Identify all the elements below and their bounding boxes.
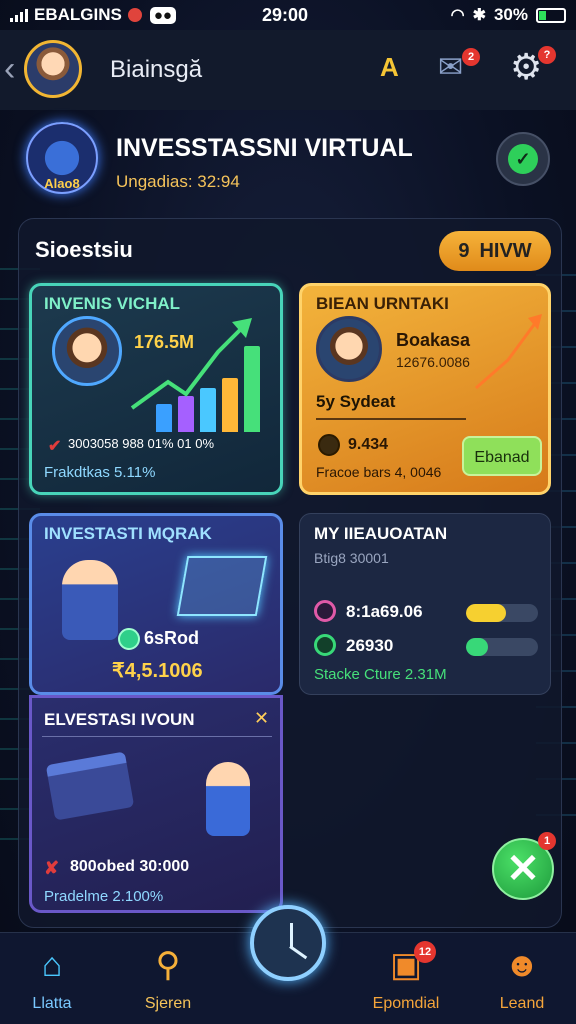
card-amount: ₹4,5.1006 — [112, 660, 203, 682]
nav-label: Llatta — [32, 995, 72, 1012]
investment-card-orange[interactable]: BIEAN URNTAKI Boakasa 12676.0086 5y Syde… — [299, 283, 551, 495]
divider-line — [316, 418, 466, 420]
my-education-card[interactable]: MY IIEAUOATAN Btig8 30001 8:1a69.06 2693… — [299, 513, 551, 695]
stats-row: 3003058 988 01% 01 0% — [68, 436, 215, 451]
card-title: ELVESTASI IVOUN — [44, 710, 195, 729]
coin-icon — [318, 434, 340, 456]
pill-number: 9 — [458, 239, 470, 262]
mail-badge: 2 — [462, 48, 480, 66]
nav-item-search[interactable]: ⚲ Sjeren — [118, 943, 218, 1013]
search-icon: ⚲ — [155, 946, 181, 984]
clock-hand — [289, 945, 308, 960]
avatar[interactable] — [24, 40, 82, 98]
card-title: BIEAN URNTAKI — [316, 294, 449, 313]
divider-line — [42, 736, 272, 737]
enable-button[interactable]: Ebanad — [462, 436, 542, 476]
coin-value: 9.434 — [348, 436, 389, 453]
row2-progress-fill — [466, 638, 488, 656]
check-icon: ✓ — [508, 144, 538, 174]
nav-badge: 12 — [414, 941, 436, 963]
row2-progress — [466, 638, 538, 656]
bluetooth-icon: ✱ — [472, 7, 486, 24]
battery-percent: 30% — [493, 5, 528, 24]
gift-icon: ▣ — [389, 946, 423, 984]
clock-center-button[interactable] — [250, 905, 326, 981]
status-bar: EBALGINS ●● 29:00 ◠ ✱ 30% — [0, 0, 576, 30]
alert-a-icon[interactable]: A — [380, 52, 399, 83]
card-footer: Frakdtkas 5.11% — [44, 464, 156, 481]
nav-label: Leand — [499, 995, 545, 1012]
leaf-icon — [314, 634, 336, 656]
hero-title: INVESSTASSNI VIRTUAL — [116, 134, 413, 162]
panel-title: Sioestsiu — [35, 237, 133, 262]
pill-label: HIVW — [479, 239, 532, 262]
investor-amount: 12676.0086 — [396, 354, 470, 370]
card-title: INVENIS VICHAL — [44, 294, 181, 313]
investment-card-virtual[interactable]: INVENIS VICHAL 176.5M ✔ 3003058 988 01% … — [29, 283, 283, 495]
row1-progress — [466, 604, 538, 622]
investor-avatar — [316, 316, 382, 382]
page-title: Biainsgă — [110, 56, 203, 83]
row2-value: 26930 — [346, 636, 394, 655]
home-icon: ⌂ — [41, 946, 63, 984]
status-time: 29:00 — [262, 4, 309, 25]
coin-icon — [118, 628, 140, 650]
nav-item-rewards[interactable]: ▣ Epomdial — [356, 943, 456, 1013]
screen-illustration — [176, 556, 268, 616]
card-subtitle: Btig8 30001 — [314, 550, 389, 566]
nav-item-home[interactable]: ⌂ Llatta — [2, 943, 102, 1013]
signal-icon — [10, 8, 28, 22]
person-illustration — [206, 762, 250, 836]
card-caption: 5y Sydeat — [316, 392, 396, 411]
investor-avatar — [52, 316, 122, 386]
card-footer: Pradelme 2.100% — [44, 888, 164, 905]
target-icon — [314, 600, 336, 622]
nav-label: Sjeren — [144, 995, 192, 1012]
app-logo-text: Alao8 — [44, 176, 80, 191]
hero-subtitle: Ungadias: 32:94 — [116, 172, 240, 191]
card-footer: Fracoe bars 4, 0046 — [316, 464, 442, 480]
nav-label: Epomdial — [372, 995, 440, 1012]
voucher-line: 800obed 30:000 — [70, 858, 190, 875]
row1-progress-fill — [466, 604, 506, 622]
bottom-nav: ⌂ Llatta ⚲ Sjeren ▣ Epomdial 12 ☻ Leand — [0, 905, 576, 1024]
battery-icon — [536, 7, 566, 23]
user-icon: ☻ — [504, 946, 540, 984]
row1-value: 8:1a69.06 — [346, 602, 423, 621]
settings-badge: ? — [538, 46, 556, 64]
trend-arrow-icon — [475, 314, 542, 390]
money-stack-illustration — [45, 751, 135, 821]
app-header: ‹ Biainsgă A ✉ 2 ⚙ ? — [0, 30, 576, 110]
hive-pill-button[interactable]: 9 HIVW — [439, 231, 551, 271]
alert-icon — [127, 8, 142, 22]
worker-illustration — [62, 560, 118, 640]
card-title: MY IIEAUOATAN — [314, 524, 448, 543]
nav-item-profile[interactable]: ☻ Leand — [472, 943, 572, 1013]
trend-arrow-icon — [130, 318, 252, 410]
mail-icon[interactable]: ✉ — [438, 50, 463, 85]
close-small-icon[interactable]: ✕ — [254, 708, 269, 729]
checkbox-icon[interactable]: ✔ — [48, 436, 61, 456]
carrier-name: EBALGINS — [34, 5, 122, 24]
coin-label: 6sRod — [144, 628, 200, 648]
wifi-icon: ◠ — [450, 7, 465, 24]
investor-name: Boakasa — [396, 330, 471, 350]
card-title: INVESTASTI MQRAK — [44, 524, 212, 543]
investment-card-vouchers[interactable]: ELVESTASI IVOUN ✕ ✘ 800obed 30:000 Prade… — [29, 695, 283, 913]
investment-card-market[interactable]: INVESTASTI MQRAK 6sRod ₹4,5.1006 — [29, 513, 283, 695]
clock-hand — [290, 923, 293, 947]
fab-badge: 1 — [538, 832, 556, 850]
main-panel: Sioestsiu 9 HIVW INVENIS VICHAL 176.5M ✔… — [18, 218, 562, 928]
checkbox-icon[interactable]: ✘ — [44, 858, 59, 879]
card-footer: Stacke Cture 2.31M — [314, 666, 447, 683]
chat-icon: ●● — [149, 6, 176, 24]
confirm-button[interactable]: ✓ — [496, 132, 550, 186]
back-chevron-icon[interactable]: ‹ — [4, 50, 15, 89]
